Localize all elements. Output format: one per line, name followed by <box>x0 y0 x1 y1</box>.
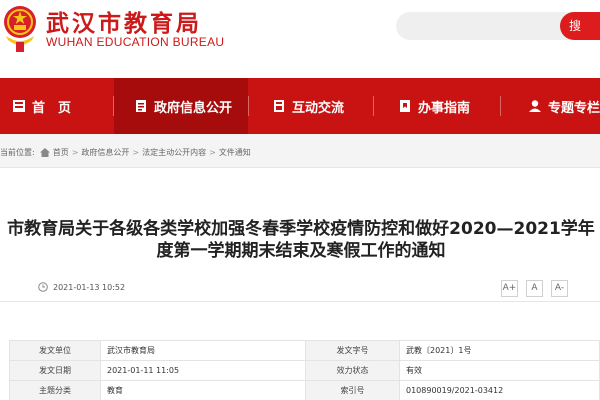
nav-item-label: 专题专栏 <box>548 100 600 116</box>
nav-item-label: 办事指南 <box>418 100 471 116</box>
table-row: 主题分类 教育 索引号 010890019/2021-03412 <box>9 380 600 400</box>
person-icon <box>529 100 541 112</box>
bookmark-icon <box>400 100 410 112</box>
document-icon <box>136 100 146 112</box>
nav-item-label: 政府信息公开 <box>154 100 233 116</box>
issue-date-value: 2021-01-11 11:05 <box>100 360 306 381</box>
article-meta: 2021-01-13 10:52 A+ A A- <box>0 272 600 302</box>
breadcrumb-separator: > <box>209 148 216 157</box>
main-nav: 首 页 政府信息公开 互动交流 办事指南 专题专栏 <box>0 78 600 134</box>
nav-item-label: 互动交流 <box>292 100 345 116</box>
doc-number-value: 武教〔2021〕1号 <box>399 340 600 361</box>
site-header: 武汉市教育局 WUHAN EDUCATION BUREAU 搜 <box>0 0 600 78</box>
topic-label: 主题分类 <box>9 380 101 400</box>
breadcrumb-link-government-info[interactable]: 政府信息公开 <box>81 147 129 158</box>
breadcrumb-separator: > <box>132 148 140 157</box>
breadcrumb-separator: > <box>71 148 79 157</box>
nav-item-service-guide[interactable]: 办事指南 <box>398 78 470 134</box>
font-default-button[interactable]: A <box>526 280 543 297</box>
article-title: 市教育局关于各级各类学校加强冬春季学校疫情防控和做好2020—2021学年 度第… <box>6 218 596 262</box>
site-subtitle: WUHAN EDUCATION BUREAU <box>46 35 225 49</box>
validity-label: 效力状态 <box>305 360 400 381</box>
breadcrumb-link-home[interactable]: 首页 <box>53 147 69 158</box>
nav-item-interaction[interactable]: 互动交流 <box>272 78 344 134</box>
home-icon <box>39 148 50 157</box>
article-panel: 市教育局关于各级各类学校加强冬春季学校疫情防控和做好2020—2021学年 度第… <box>0 168 600 400</box>
table-row: 发文单位 武汉市教育局 发文字号 武教〔2021〕1号 <box>9 340 600 361</box>
issuer-label: 发文单位 <box>9 340 101 361</box>
nav-item-home[interactable]: 首 页 <box>12 78 71 134</box>
doc-number-label: 发文字号 <box>305 340 400 361</box>
nav-divider <box>500 96 501 116</box>
home-icon <box>13 100 25 112</box>
chat-icon <box>274 100 284 112</box>
table-row: 发文日期 2021-01-11 11:05 效力状态 有效 <box>9 360 600 381</box>
search-button[interactable]: 搜 <box>560 12 600 40</box>
clock-icon <box>38 282 48 292</box>
issue-date-label: 发文日期 <box>9 360 101 381</box>
national-emblem-icon <box>4 6 36 52</box>
breadcrumb-bar: 当前位置: 首页 > 政府信息公开 > 法定主动公开内容 > 文件通知 <box>0 134 600 168</box>
font-increase-button[interactable]: A+ <box>501 280 518 297</box>
article-title-line: 度第一学期期末结束及寒假工作的通知 <box>156 241 446 261</box>
validity-value: 有效 <box>399 360 600 381</box>
issuer-value: 武汉市教育局 <box>100 340 306 361</box>
article-title-line: 市教育局关于各级各类学校加强冬春季学校疫情防控和做好2020—2021学年 <box>7 219 595 239</box>
breadcrumb-link-public-content[interactable]: 法定主动公开内容 <box>142 147 206 158</box>
breadcrumb: 当前位置: 首页 > 政府信息公开 > 法定主动公开内容 > 文件通知 <box>0 147 251 158</box>
nav-item-label: 首 页 <box>32 100 72 116</box>
breadcrumb-link-notices[interactable]: 文件通知 <box>219 147 251 158</box>
site-title: 武汉市教育局 <box>46 11 202 37</box>
breadcrumb-prefix: 当前位置: <box>0 148 35 157</box>
document-info-table: 发文单位 武汉市教育局 发文字号 武教〔2021〕1号 发文日期 2021-01… <box>9 340 600 400</box>
nav-divider <box>373 96 374 116</box>
nav-item-special-topics[interactable]: 专题专栏 <box>528 78 600 134</box>
index-number-label: 索引号 <box>305 380 400 400</box>
index-number-value: 010890019/2021-03412 <box>399 380 600 400</box>
publish-time: 2021-01-13 10:52 <box>53 283 126 292</box>
font-decrease-button[interactable]: A- <box>551 280 568 297</box>
nav-item-government-info[interactable]: 政府信息公开 <box>114 78 248 134</box>
nav-divider <box>248 96 249 116</box>
topic-value: 教育 <box>100 380 306 400</box>
